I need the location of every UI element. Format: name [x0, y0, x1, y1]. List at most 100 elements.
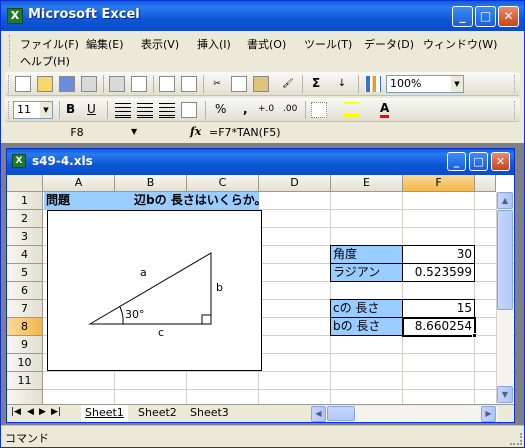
cell-a1-banner[interactable]: 問題 辺bの 長さはいくらか。 — [44, 192, 267, 210]
open-icon[interactable] — [37, 76, 53, 92]
column-header-b[interactable]: B — [115, 175, 187, 192]
menu-view[interactable]: 表示(V) — [141, 36, 179, 52]
autosum-icon[interactable]: Σ — [312, 76, 320, 90]
borders-icon[interactable] — [311, 102, 327, 118]
align-center-icon[interactable] — [137, 102, 153, 118]
chevron-down-icon[interactable]: ▼ — [40, 102, 52, 118]
toolbar-grip[interactable] — [8, 101, 11, 119]
worksheet-grid[interactable]: A B C D E F 1 2 3 4 5 6 7 8 9 10 11 問題 辺… — [7, 175, 514, 404]
font-size-combo[interactable]: 11 ▼ — [13, 101, 53, 119]
row-header-7[interactable]: 7 — [7, 300, 43, 318]
row-header-1[interactable]: 1 — [7, 192, 43, 210]
first-sheet-icon[interactable]: |◀ — [11, 407, 21, 417]
underline-button[interactable]: U — [87, 102, 96, 116]
column-header-c[interactable]: C — [187, 175, 259, 192]
row-header-10[interactable]: 10 — [7, 354, 43, 372]
chevron-down-icon[interactable]: ▼ — [131, 127, 137, 136]
close-button[interactable]: ✕ — [498, 6, 519, 27]
vertical-scroll-thumb[interactable] — [497, 210, 513, 310]
menubar-grip[interactable] — [9, 35, 12, 67]
increase-decimal-button[interactable]: +.0 — [258, 104, 274, 114]
name-box[interactable]: F8 — [5, 124, 149, 141]
vertical-scrollbar[interactable]: ▲ ▼ — [496, 192, 513, 404]
menu-help[interactable]: ヘルプ(H) — [20, 53, 70, 69]
align-right-icon[interactable] — [159, 102, 175, 118]
scroll-left-icon[interactable]: ◀ — [311, 406, 326, 422]
menu-data[interactable]: データ(D) — [364, 36, 414, 52]
menu-window[interactable]: ウィンドウ(W) — [423, 36, 497, 52]
column-header-a[interactable]: A — [43, 175, 115, 192]
percent-style-button[interactable]: % — [215, 102, 226, 116]
column-header-g[interactable] — [475, 175, 496, 192]
scroll-up-icon[interactable]: ▲ — [497, 192, 513, 209]
scroll-down-icon[interactable]: ▼ — [497, 386, 513, 403]
row-header-12[interactable] — [7, 390, 43, 404]
zoom-combo[interactable]: 100% ▼ — [386, 75, 464, 93]
column-header-d[interactable]: D — [259, 175, 331, 192]
font-color-button[interactable]: A — [380, 102, 390, 118]
paste-icon[interactable] — [253, 76, 269, 92]
row-header-2[interactable]: 2 — [7, 210, 43, 228]
minimize-button[interactable]: _ — [452, 6, 473, 27]
workbook-close-button[interactable]: ✕ — [491, 152, 510, 171]
spelling-icon[interactable] — [159, 76, 175, 92]
tab-sheet2[interactable]: Sheet2 — [134, 405, 181, 422]
column-header-f[interactable]: F — [403, 175, 475, 192]
comma-style-button[interactable]: , — [243, 102, 248, 116]
menu-insert[interactable]: 挿入(I) — [197, 36, 231, 52]
decrease-decimal-button[interactable]: .00 — [283, 104, 297, 114]
align-left-icon[interactable] — [115, 102, 131, 118]
toolbar-options-icon[interactable] — [514, 75, 517, 93]
row-header-4[interactable]: 4 — [7, 246, 43, 264]
row-header-8[interactable]: 8 — [7, 318, 43, 336]
column-header-e[interactable]: E — [331, 175, 403, 192]
chevron-down-icon[interactable]: ▼ — [451, 76, 463, 92]
horizontal-scroll-thumb[interactable] — [327, 406, 355, 421]
new-icon[interactable] — [15, 76, 31, 92]
formula-input[interactable]: =F7*TAN(F5) — [209, 124, 521, 141]
print-preview-icon[interactable] — [131, 76, 147, 92]
workbook-minimize-button[interactable]: _ — [447, 152, 466, 171]
sort-ascending-icon[interactable]: ↓ — [334, 76, 350, 92]
bold-button[interactable]: B — [66, 102, 75, 116]
toolbar-separator — [205, 101, 206, 119]
next-sheet-icon[interactable]: ▶ — [39, 407, 46, 417]
menu-file[interactable]: ファイル(F) — [20, 36, 79, 52]
print-icon[interactable] — [109, 76, 125, 92]
toolbar-grip[interactable] — [8, 75, 11, 93]
triangle-picture[interactable]: a b c 30° — [47, 210, 262, 371]
permission-icon[interactable] — [81, 76, 97, 92]
workbook-titlebar[interactable]: X s49-4.xls _ □ ✕ — [7, 149, 514, 175]
menu-format[interactable]: 書式(O) — [247, 36, 286, 52]
copy-icon[interactable] — [231, 76, 247, 92]
fill-handle[interactable] — [472, 333, 477, 338]
select-all-corner[interactable] — [7, 175, 43, 192]
insert-function-icon[interactable]: fx — [190, 125, 201, 138]
active-cell-cursor[interactable] — [402, 317, 476, 337]
tab-sheet1[interactable]: Sheet1 — [81, 405, 128, 422]
maximize-button[interactable]: □ — [475, 6, 496, 27]
menu-tools[interactable]: ツール(T) — [304, 36, 352, 52]
menu-edit[interactable]: 編集(E) — [86, 36, 124, 52]
workbook-maximize-button[interactable]: □ — [469, 152, 488, 171]
format-painter-icon[interactable]: 🖌 — [280, 76, 296, 92]
save-icon[interactable] — [59, 76, 75, 92]
last-sheet-icon[interactable]: ▶| — [51, 407, 61, 417]
row-header-3[interactable]: 3 — [7, 228, 43, 246]
cut-icon[interactable]: ✂ — [209, 76, 225, 92]
scroll-right-icon[interactable]: ▶ — [481, 406, 496, 422]
row-header-11[interactable]: 11 — [7, 372, 43, 390]
fill-color-icon[interactable] — [343, 102, 359, 118]
app-titlebar[interactable]: X Microsoft Excel _ □ ✕ — [1, 1, 524, 31]
row-header-6[interactable]: 6 — [7, 282, 43, 300]
resize-grip-icon[interactable] — [510, 433, 522, 445]
research-icon[interactable] — [181, 76, 197, 92]
chart-wizard-icon[interactable] — [365, 76, 381, 92]
merge-center-icon[interactable] — [181, 102, 197, 118]
prev-sheet-icon[interactable]: ◀ — [27, 407, 34, 417]
row-header-5[interactable]: 5 — [7, 264, 43, 282]
toolbar-options-icon[interactable] — [514, 101, 517, 119]
horizontal-scrollbar[interactable]: ◀ ▶ — [311, 406, 498, 422]
tab-sheet3[interactable]: Sheet3 — [186, 405, 233, 422]
row-header-9[interactable]: 9 — [7, 336, 43, 354]
